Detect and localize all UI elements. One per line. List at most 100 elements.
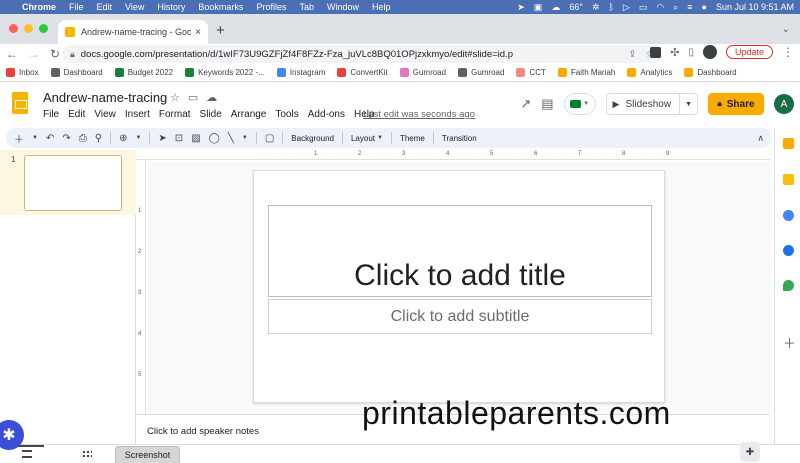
address-bar[interactable]: 🔒︎ docs.google.com/presentation/d/1wIF73… <box>62 45 662 63</box>
search-icon[interactable]: ⌕ <box>673 2 678 13</box>
minimize-window-button[interactable] <box>24 24 33 33</box>
new-slide-icon[interactable]: ＋ <box>14 131 24 146</box>
forward-arrow-icon[interactable]: → <box>28 47 40 61</box>
back-arrow-icon[interactable]: ← <box>6 47 18 61</box>
kebab-menu-icon[interactable]: ⋮ <box>782 45 794 59</box>
weather-icon[interactable]: ☁ <box>551 2 560 13</box>
menu-edit[interactable]: Edit <box>68 109 85 120</box>
maximize-window-button[interactable] <box>39 24 48 33</box>
close-window-button[interactable] <box>9 24 18 33</box>
wifi-icon[interactable]: ◠ <box>656 2 664 13</box>
share-button[interactable]: 🔒︎ Share <box>708 93 764 115</box>
new-slide-dropdown-icon[interactable]: ▼ <box>32 135 38 141</box>
bookmark-item[interactable]: ConvertKit <box>337 68 388 77</box>
mac-menu-profiles[interactable]: Profiles <box>256 2 286 12</box>
play-icon[interactable]: ▷ <box>623 2 630 13</box>
slide[interactable]: Click to add title Click to add subtitle <box>253 170 665 403</box>
title-placeholder[interactable]: Click to add title <box>268 205 652 297</box>
account-avatar[interactable]: A <box>774 94 794 114</box>
bookmark-item[interactable]: Gumroad <box>458 68 504 77</box>
mac-menu-window[interactable]: Window <box>327 2 359 12</box>
mac-clock[interactable]: Sun Jul 10 9:51 AM <box>716 2 794 12</box>
select-cursor-icon[interactable]: ➤ <box>158 133 166 144</box>
tab-close-icon[interactable]: × <box>195 27 201 38</box>
bookmark-item[interactable]: CCT <box>516 68 546 77</box>
last-edit-link[interactable]: Last edit was seconds ago <box>363 109 475 120</box>
menu-tools[interactable]: Tools <box>275 109 298 120</box>
star-icon[interactable]: ☆ <box>170 91 180 104</box>
mac-menu-bookmarks[interactable]: Bookmarks <box>198 2 243 12</box>
side-panel-icon[interactable]: ▯ <box>688 47 694 58</box>
bookmark-item[interactable]: Budget 2022 <box>114 68 173 77</box>
slideshow-dropdown-icon[interactable]: ▼ <box>680 101 697 108</box>
bookmark-item[interactable]: Gumroad <box>399 68 446 77</box>
comment-history-icon[interactable]: ▤ <box>541 96 553 112</box>
mac-menu-history[interactable]: History <box>157 2 185 12</box>
slideshow-button[interactable]: ▶ Slideshow <box>607 94 681 114</box>
text-box-icon[interactable]: ⊡ <box>175 133 183 144</box>
filmstrip-view-icon[interactable] <box>22 450 32 458</box>
activity-trend-icon[interactable]: ↗ <box>520 96 531 112</box>
keep-icon[interactable] <box>783 174 794 185</box>
location-icon[interactable]: ➤ <box>517 2 525 13</box>
bookmark-item[interactable]: Inbox <box>6 68 39 77</box>
tab-search-chevron-icon[interactable]: ⌄ <box>782 24 790 35</box>
image-icon[interactable]: ▨ <box>191 133 200 144</box>
profile-avatar[interactable] <box>702 45 717 59</box>
weather-temp[interactable]: 66° <box>569 2 583 12</box>
bookmark-item[interactable]: Dashboard <box>684 68 737 77</box>
zoom-dropdown-icon[interactable]: ▼ <box>135 135 141 141</box>
shape-icon[interactable]: ◯ <box>209 133 220 144</box>
mac-menu-view[interactable]: View <box>125 2 144 12</box>
bookmark-item[interactable]: Faith Mariah <box>557 68 615 77</box>
new-tab-button[interactable]: + <box>216 22 225 39</box>
calendar-icon[interactable] <box>783 138 794 149</box>
layout-button[interactable]: Layout <box>351 134 375 143</box>
settings-icon[interactable]: ✲ <box>592 2 600 13</box>
menu-arrange[interactable]: Arrange <box>231 109 267 120</box>
menu-insert[interactable]: Insert <box>125 109 150 120</box>
transition-button[interactable]: Transition <box>442 134 477 143</box>
screenshot-tab[interactable]: Screenshot <box>115 446 180 463</box>
meet-button[interactable]: ▼ <box>563 93 596 115</box>
zoom-icon[interactable]: ⊕ <box>119 133 127 144</box>
extension-m-icon[interactable] <box>650 46 662 58</box>
mac-menu-tab[interactable]: Tab <box>299 2 314 12</box>
add-addon-icon[interactable]: ＋ <box>783 333 796 352</box>
menu-add-ons[interactable]: Add-ons <box>308 109 345 120</box>
undo-icon[interactable]: ↶ <box>46 133 54 144</box>
slide-canvas[interactable]: Click to add title Click to add subtitle <box>147 161 770 414</box>
background-button[interactable]: Background <box>291 134 334 143</box>
layout-dropdown-icon[interactable]: ▼ <box>377 135 383 141</box>
mac-menu-help[interactable]: Help <box>372 2 391 12</box>
siri-icon[interactable]: ● <box>702 2 707 12</box>
subtitle-placeholder[interactable]: Click to add subtitle <box>268 299 652 334</box>
bookmark-item[interactable]: Analytics <box>627 68 672 77</box>
cloud-status-icon[interactable]: ☁ <box>206 91 217 104</box>
lock-icon[interactable]: 🔒︎ <box>70 49 75 60</box>
collapse-toolbar-icon[interactable]: ∧ <box>757 133 764 144</box>
bluetooth-icon[interactable]: ᛒ <box>608 2 613 12</box>
share-page-icon[interactable]: ⇪ <box>629 49 637 60</box>
filmstrip-selected-row[interactable]: 1 <box>0 150 136 215</box>
address-url[interactable]: docs.google.com/presentation/d/1wIF73U9G… <box>81 49 513 60</box>
slide-thumbnail[interactable] <box>24 155 122 211</box>
maps-icon[interactable] <box>783 280 794 291</box>
browser-tab-active[interactable]: Andrew-name-tracing - Google Slides × <box>58 20 208 44</box>
bookmark-item[interactable]: Instagram <box>276 68 325 77</box>
paint-format-icon[interactable]: ⚲ <box>95 133 102 144</box>
menu-view[interactable]: View <box>94 109 116 120</box>
reload-icon[interactable]: ↻ <box>50 47 60 61</box>
mac-menu-file[interactable]: File <box>69 2 84 12</box>
print-icon[interactable]: ⎙ <box>79 133 87 144</box>
explore-icon[interactable]: ✚ <box>740 442 760 462</box>
mac-menu-app[interactable]: Chrome <box>22 2 56 12</box>
menu-file[interactable]: File <box>43 109 59 120</box>
insert-comment-icon[interactable]: ▢ <box>265 133 274 144</box>
slides-logo-icon[interactable] <box>12 92 28 114</box>
control-center-icon[interactable]: ≡ <box>687 2 692 12</box>
move-folder-icon[interactable]: ▭ <box>188 91 198 104</box>
contacts-icon[interactable] <box>783 245 794 256</box>
tasks-icon[interactable] <box>783 210 794 221</box>
line-icon[interactable]: ╲ <box>228 133 234 144</box>
